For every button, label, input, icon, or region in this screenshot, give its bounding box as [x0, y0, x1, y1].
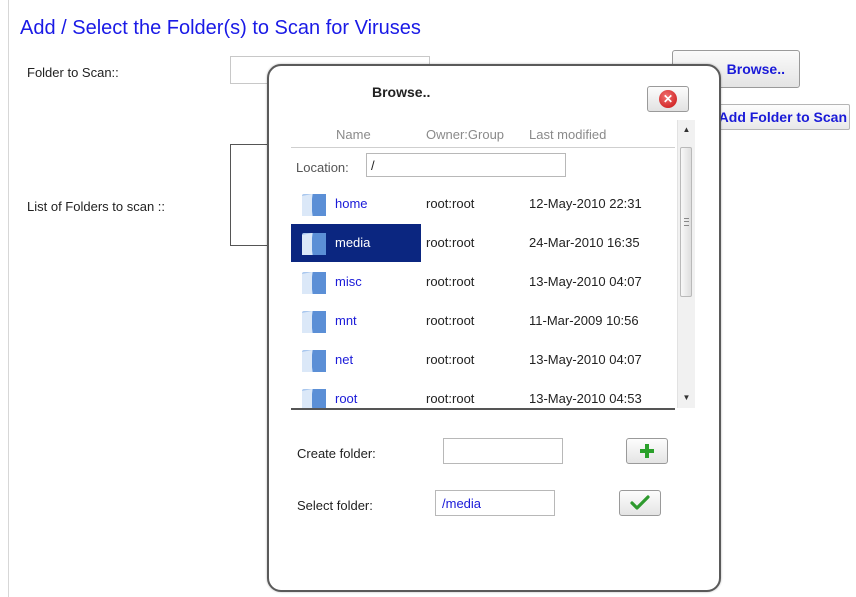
add-folder-button-label: Add Folder to Scan: [718, 109, 847, 125]
scrollbar-grip-icon: [684, 218, 689, 226]
folder-row-net[interactable]: net root:root 13-May-2010 04:07: [291, 340, 675, 379]
location-input[interactable]: [366, 153, 566, 177]
folder-icon: [302, 389, 326, 408]
folder-name[interactable]: misc: [335, 274, 362, 289]
folder-modified: 13-May-2010 04:07: [529, 274, 642, 289]
scroll-down-arrow-icon[interactable]: ▼: [678, 390, 695, 406]
folder-name[interactable]: net: [335, 352, 353, 367]
column-header-name[interactable]: Name: [336, 127, 371, 142]
folder-owner: root:root: [426, 391, 475, 406]
create-folder-label: Create folder:: [297, 446, 376, 461]
browse-button-label: Browse..: [726, 61, 785, 77]
folder-owner: root:root: [426, 274, 475, 289]
folder-owner: root:root: [426, 313, 475, 328]
column-header-owner[interactable]: Owner:Group: [426, 127, 504, 142]
folder-modified: 11-Mar-2009 10:56: [529, 313, 639, 328]
folder-icon: [302, 233, 326, 255]
folder-row-root[interactable]: root root:root 13-May-2010 04:53: [291, 379, 675, 408]
dialog-close-button[interactable]: ✕: [647, 86, 689, 112]
scroll-up-arrow-icon[interactable]: ▲: [678, 122, 695, 138]
folder-row-media[interactable]: media root:root 24-Mar-2010 16:35: [291, 223, 675, 262]
folder-owner: root:root: [426, 352, 475, 367]
folder-modified: 24-Mar-2010 16:35: [529, 235, 640, 250]
browse-dialog: Browse.. ✕ Name Owner:Group Last modifie…: [267, 64, 721, 592]
location-label: Location:: [296, 160, 349, 175]
add-folder-to-scan-button[interactable]: Add Folder to Scan: [710, 104, 850, 130]
folder-row-mnt[interactable]: mnt root:root 11-Mar-2009 10:56: [291, 301, 675, 340]
folder-to-scan-label: Folder to Scan::: [27, 65, 119, 80]
folder-list-scrollbar[interactable]: ▲ ▼: [677, 120, 695, 408]
folders-to-scan-list[interactable]: [230, 144, 270, 246]
scrollbar-thumb[interactable]: [680, 147, 692, 297]
folder-name[interactable]: mnt: [335, 313, 357, 328]
left-border: [8, 0, 9, 597]
folder-name[interactable]: root: [335, 391, 357, 406]
folder-name[interactable]: home: [335, 196, 368, 211]
list-bottom-border: [291, 408, 675, 410]
folder-owner: root:root: [426, 235, 475, 250]
page-title: Add / Select the Folder(s) to Scan for V…: [20, 17, 421, 39]
list-of-folders-label: List of Folders to scan ::: [27, 199, 166, 214]
folder-row-home[interactable]: home root:root 12-May-2010 22:31: [291, 184, 675, 223]
select-folder-button[interactable]: [619, 490, 661, 516]
folder-modified: 13-May-2010 04:53: [529, 391, 642, 406]
create-folder-button[interactable]: [626, 438, 668, 464]
folder-modified: 12-May-2010 22:31: [529, 196, 642, 211]
select-folder-label: Select folder:: [297, 498, 373, 513]
select-folder-input[interactable]: [435, 490, 555, 516]
folder-icon: [302, 311, 326, 333]
folder-modified: 13-May-2010 04:07: [529, 352, 642, 367]
header-divider: [291, 147, 675, 148]
checkmark-icon: [630, 495, 650, 510]
column-header-last-modified[interactable]: Last modified: [529, 127, 606, 142]
folder-list: home root:root 12-May-2010 22:31 media r…: [291, 184, 675, 408]
close-icon: ✕: [659, 90, 677, 108]
folder-owner: root:root: [426, 196, 475, 211]
folder-row-misc[interactable]: misc root:root 13-May-2010 04:07: [291, 262, 675, 301]
folder-icon: [302, 194, 326, 216]
create-folder-input[interactable]: [443, 438, 563, 464]
folder-icon: [302, 272, 326, 294]
plus-icon: [640, 444, 654, 458]
folder-name[interactable]: media: [335, 235, 370, 250]
folder-icon: [302, 350, 326, 372]
dialog-title: Browse..: [372, 84, 431, 100]
